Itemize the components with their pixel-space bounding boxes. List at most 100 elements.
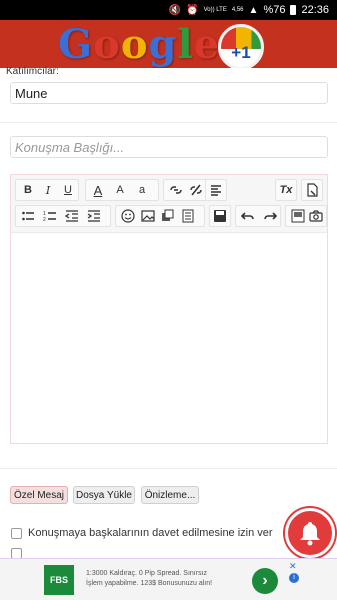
- subject-input[interactable]: Konuşma Başlığı...: [10, 136, 328, 158]
- mute-icon: 🔇: [168, 4, 182, 16]
- google-logo[interactable]: Google: [58, 21, 220, 68]
- preview-button[interactable]: Önizleme...: [141, 486, 199, 504]
- logo-letter: l: [177, 21, 194, 68]
- underline-button[interactable]: U: [59, 181, 77, 199]
- camera-icon: [309, 210, 323, 222]
- redo-button[interactable]: [261, 207, 279, 225]
- image-button[interactable]: [139, 207, 157, 225]
- preview-label: Önizleme...: [144, 489, 196, 501]
- upload-file-button[interactable]: Dosya Yükle: [73, 486, 135, 504]
- logo-letter: G: [58, 21, 94, 68]
- template-icon: [182, 209, 194, 223]
- align-button[interactable]: [207, 181, 225, 199]
- outdent-button[interactable]: [63, 207, 81, 225]
- indent-button[interactable]: [85, 207, 103, 225]
- bullet-list-icon: [22, 211, 34, 221]
- logo-letter: o: [93, 21, 121, 68]
- font-family-button[interactable]: a: [133, 181, 151, 199]
- ad-logo: FBS: [44, 565, 74, 595]
- font-color-button[interactable]: A: [89, 181, 107, 199]
- rich-text-editor: B I U A A a Tx 12: [10, 174, 328, 444]
- battery-percent: %76: [263, 4, 286, 16]
- ad-cta-button[interactable]: ›: [252, 568, 278, 594]
- font-size-glyph: A: [116, 184, 124, 196]
- italic-glyph: I: [45, 183, 51, 197]
- numbered-list-button[interactable]: 12: [41, 207, 59, 225]
- numbered-list-icon: 12: [43, 211, 56, 223]
- network-speed: 4,56: [231, 7, 244, 13]
- chevron-right-icon: ›: [262, 572, 268, 589]
- private-message-button[interactable]: Özel Mesaj: [10, 486, 68, 504]
- camera-button[interactable]: [307, 207, 325, 225]
- participants-value: Mune: [15, 85, 48, 101]
- ad-info-icon[interactable]: i: [289, 573, 299, 583]
- bell-icon: [300, 522, 320, 546]
- participants-field[interactable]: Mune: [10, 82, 328, 104]
- indent-icon: [87, 210, 100, 222]
- divider: [0, 122, 337, 123]
- badge-text: +1: [231, 43, 251, 62]
- ad-text: 1:3000 Kaldıraç. 0 Pip Spread. Sınırsız …: [86, 569, 246, 589]
- link-button[interactable]: [167, 181, 185, 199]
- clear-format-glyph: Tx: [279, 184, 293, 196]
- clear-format-button[interactable]: Tx: [277, 181, 295, 199]
- ad-banner[interactable]: FBS 1:3000 Kaldıraç. 0 Pip Spread. Sınır…: [0, 558, 337, 600]
- smiley-icon: [121, 209, 135, 223]
- quote-button[interactable]: [289, 207, 307, 225]
- link-icon: [170, 186, 182, 194]
- allow-invite-option[interactable]: Konuşmaya başkalarının davet edilmesine …: [11, 527, 273, 539]
- bold-button[interactable]: B: [19, 181, 37, 199]
- media-button[interactable]: [159, 207, 177, 225]
- undo-icon: [241, 212, 254, 220]
- smiley-button[interactable]: [119, 207, 137, 225]
- ad-line-1: 1:3000 Kaldıraç. 0 Pip Spread. Sınırsız: [86, 570, 208, 577]
- new-page-button[interactable]: [303, 181, 321, 199]
- font-family-glyph: a: [138, 184, 146, 196]
- media-icon: [162, 209, 174, 221]
- align-left-icon: [211, 185, 221, 196]
- font-size-button[interactable]: A: [111, 181, 129, 199]
- bullet-list-button[interactable]: [19, 207, 37, 225]
- editor-toolbar: B I U A A a Tx 12: [11, 175, 327, 233]
- plus-one-badge[interactable]: +1: [218, 24, 264, 68]
- template-button[interactable]: [179, 207, 197, 225]
- site-header: Google +1: [0, 20, 337, 68]
- ad-close-icon[interactable]: ✕: [289, 561, 299, 571]
- alarm-icon: ⏰: [186, 4, 199, 16]
- redo-icon: [264, 212, 277, 220]
- ad-line-2: İşlem yapabilme. 123$ Bonusunuzu alın!: [86, 580, 213, 587]
- private-message-label: Özel Mesaj: [13, 489, 64, 501]
- allow-invite-label: Konuşmaya başkalarının davet edilmesine …: [28, 527, 273, 539]
- quote-icon: [291, 209, 305, 223]
- page-icon: [307, 183, 318, 197]
- unlink-icon: [190, 184, 202, 196]
- battery-icon: [290, 5, 297, 15]
- italic-button[interactable]: I: [39, 181, 57, 199]
- unlink-button[interactable]: [187, 181, 205, 199]
- subject-placeholder: Konuşma Başlığı...: [15, 139, 125, 155]
- status-bar: 🔇 ⏰ Vo)) LTE 4,56 ▲ %76 22:36: [0, 0, 337, 20]
- participants-label: Katılımcılar:: [6, 66, 59, 77]
- close-glyph: ✕: [289, 561, 297, 571]
- bold-glyph: B: [24, 184, 32, 196]
- allow-invite-checkbox[interactable]: [11, 527, 22, 539]
- save-icon: [214, 210, 226, 222]
- save-button[interactable]: [211, 207, 229, 225]
- divider: [0, 468, 337, 469]
- undo-button[interactable]: [239, 207, 257, 225]
- info-glyph: i: [293, 574, 295, 581]
- network-label: Vo)) LTE: [203, 7, 227, 13]
- image-icon: [141, 210, 155, 222]
- signal-icon: ▲: [248, 4, 259, 16]
- ad-logo-text: FBS: [50, 575, 68, 585]
- outdent-icon: [65, 210, 78, 222]
- underline-glyph: U: [64, 184, 72, 196]
- notification-bell-button[interactable]: [285, 508, 335, 558]
- upload-file-label: Dosya Yükle: [76, 489, 132, 501]
- logo-letter: o: [120, 21, 149, 68]
- editor-body[interactable]: [11, 233, 327, 443]
- svg-text:2: 2: [43, 217, 46, 223]
- clock: 22:36: [301, 4, 329, 16]
- logo-letter: g: [148, 21, 178, 68]
- font-color-glyph: A: [93, 182, 103, 198]
